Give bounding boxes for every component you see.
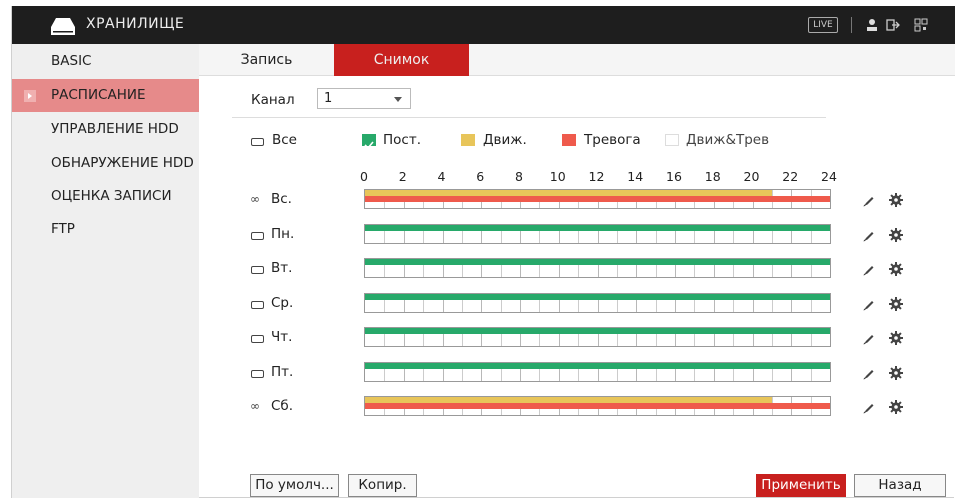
gear-icon[interactable] <box>888 192 904 208</box>
link-icon[interactable]: ∞ <box>250 192 260 206</box>
gear-icon[interactable] <box>888 227 904 243</box>
timeline-tick: 20 <box>743 169 760 184</box>
schedule-segment-alarm <box>365 196 830 202</box>
sidebar-item-record-estimate[interactable]: ОЦЕНКА ЗАПИСИ <box>12 180 199 213</box>
unlink-icon[interactable] <box>251 335 264 343</box>
legend-regular-checkbox[interactable] <box>362 134 376 150</box>
timeline-tick: 16 <box>666 169 682 184</box>
storage-icon <box>51 18 75 35</box>
user-icon[interactable] <box>864 17 880 33</box>
apply-button[interactable]: Применить <box>756 474 846 497</box>
timeline-tick: 10 <box>549 169 566 184</box>
schedule-segment-alarm <box>365 403 830 409</box>
timeline-tick: 22 <box>782 169 799 184</box>
chevron-down-icon <box>394 97 402 102</box>
pencil-icon[interactable] <box>862 401 876 415</box>
day-label: Вт. <box>271 260 293 276</box>
page-title: ХРАНИЛИЩЕ <box>86 16 185 32</box>
sidebar-item-hdd-detect[interactable]: ОБНАРУЖЕНИЕ HDD <box>12 147 199 180</box>
schedule-bar[interactable] <box>364 362 831 382</box>
schedule-segment-regular <box>365 259 830 265</box>
select-all-icon[interactable] <box>251 138 264 146</box>
channel-label: Канал <box>251 92 295 108</box>
day-label: Пт. <box>271 364 294 380</box>
live-button[interactable]: LIVE <box>808 17 838 33</box>
gear-icon[interactable] <box>888 365 904 381</box>
timeline-tick: 8 <box>515 169 523 184</box>
sidebar-item-basic[interactable]: BASIC <box>12 45 199 78</box>
logout-icon[interactable] <box>885 17 901 33</box>
default-button[interactable]: По умолч... <box>250 474 339 497</box>
gear-icon[interactable] <box>888 330 904 346</box>
day-label: Сб. <box>271 398 294 414</box>
unlink-icon[interactable] <box>251 301 264 309</box>
pencil-icon[interactable] <box>862 332 876 346</box>
legend-motion-alarm-swatch[interactable] <box>665 134 679 146</box>
tab-snapshot[interactable]: Снимок <box>334 44 469 76</box>
sidebar-item-label: РАСПИСАНИЕ <box>51 87 146 103</box>
timeline-tick: 0 <box>360 169 368 184</box>
day-label: Пн. <box>271 226 295 242</box>
legend-alarm-swatch[interactable] <box>562 134 576 146</box>
schedule-bar[interactable] <box>364 327 831 347</box>
timeline-tick: 18 <box>704 169 721 184</box>
sidebar-item-ftp[interactable]: FTP <box>12 213 199 246</box>
header-bar: ХРАНИЛИЩЕ LIVE <box>12 6 955 44</box>
legend-regular-label: Пост. <box>383 132 421 148</box>
schedule-bar[interactable] <box>364 293 831 313</box>
schedule-bar[interactable] <box>364 189 831 209</box>
day-label: Ср. <box>271 295 294 311</box>
link-icon[interactable]: ∞ <box>250 399 260 413</box>
check-icon <box>364 141 374 150</box>
tab-bar: Запись Снимок <box>199 44 955 76</box>
schedule-bar[interactable] <box>364 224 831 244</box>
channel-select[interactable]: 1 <box>317 88 411 109</box>
day-label: Вс. <box>271 191 292 207</box>
unlink-icon[interactable] <box>251 232 264 240</box>
schedule-segment-regular <box>365 294 830 300</box>
sidebar-item-schedule[interactable]: РАСПИСАНИЕ <box>12 79 199 112</box>
timeline-tick: 4 <box>437 169 446 184</box>
schedule-segment-regular <box>365 363 830 369</box>
timeline-tick: 6 <box>476 169 485 184</box>
qr-code-icon[interactable] <box>913 17 929 33</box>
divider <box>232 117 826 118</box>
day-label: Чт. <box>271 329 293 345</box>
chevron-right-icon <box>24 90 36 102</box>
legend-motion-swatch[interactable] <box>461 134 475 146</box>
unlink-icon[interactable] <box>251 266 264 274</box>
back-button[interactable]: Назад <box>854 474 946 497</box>
timeline-tick: 2 <box>398 169 407 184</box>
legend-motion-label: Движ. <box>483 132 527 148</box>
pencil-icon[interactable] <box>862 367 876 381</box>
sidebar-item-hdd-manage[interactable]: УПРАВЛЕНИЕ HDD <box>12 113 199 146</box>
copy-button[interactable]: Копир. <box>348 474 417 497</box>
timeline-tick: 12 <box>588 169 605 184</box>
unlink-icon[interactable] <box>251 370 264 378</box>
tab-record[interactable]: Запись <box>199 44 334 76</box>
timeline-tick: 24 <box>821 169 837 184</box>
timeline-tick: 14 <box>627 169 644 184</box>
schedule-bar[interactable] <box>364 258 831 278</box>
pencil-icon[interactable] <box>862 194 876 208</box>
pencil-icon[interactable] <box>862 298 876 312</box>
gear-icon[interactable] <box>888 296 904 312</box>
gear-icon[interactable] <box>888 399 904 415</box>
channel-value: 1 <box>324 91 333 106</box>
schedule-segment-regular <box>365 328 830 334</box>
header-separator <box>851 17 852 33</box>
pencil-icon[interactable] <box>862 229 876 243</box>
schedule-bar[interactable] <box>364 396 831 416</box>
pencil-icon[interactable] <box>862 263 876 277</box>
schedule-segment-regular <box>365 225 830 231</box>
legend-all-label: Все <box>272 132 297 148</box>
gear-icon[interactable] <box>888 261 904 277</box>
legend-alarm-label: Тревога <box>584 132 641 148</box>
legend-motion-alarm-label: Движ&Трев <box>686 132 770 148</box>
